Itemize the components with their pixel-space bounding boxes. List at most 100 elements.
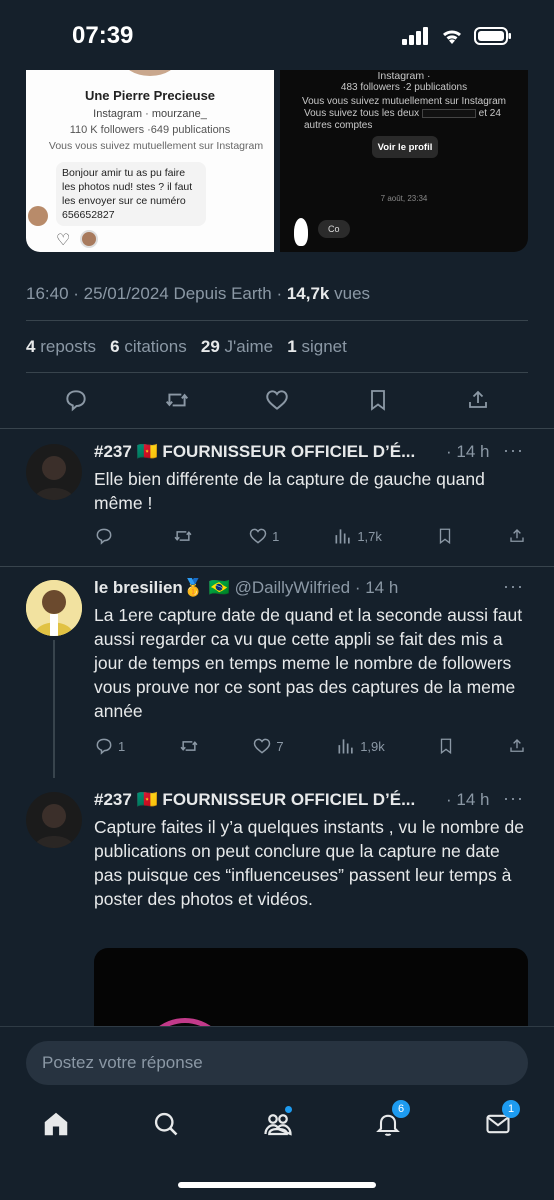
tab-search[interactable] bbox=[146, 1104, 186, 1144]
display-name[interactable]: le bresilien🥇 🇧🇷 bbox=[94, 578, 230, 597]
like-button[interactable]: 7 bbox=[252, 736, 284, 756]
like-icon bbox=[249, 528, 267, 544]
more-options-icon[interactable]: ··· bbox=[503, 788, 524, 809]
media-image-right[interactable]: Instagram · 483 followers ·2 publication… bbox=[280, 70, 528, 252]
mutual-follow-text: Vous vous suivez mutuellement sur Instag… bbox=[48, 140, 264, 152]
common-follows-text: Vous suivez tous les deux et 24 autres c… bbox=[304, 108, 514, 132]
views-button[interactable]: 1,7k bbox=[333, 526, 382, 546]
reply-icon[interactable] bbox=[62, 386, 90, 414]
analytics-icon bbox=[335, 529, 350, 544]
bookmark-icon[interactable] bbox=[364, 386, 392, 414]
bookmark-icon bbox=[439, 528, 451, 545]
sender-avatar bbox=[28, 206, 48, 226]
avatar[interactable] bbox=[26, 580, 82, 636]
home-indicator[interactable] bbox=[178, 1182, 376, 1188]
reposts-stat[interactable]: 4 reposts bbox=[26, 337, 96, 356]
like-count: 1 bbox=[272, 528, 280, 544]
bookmark-button[interactable] bbox=[436, 526, 454, 546]
repost-button[interactable] bbox=[178, 736, 200, 756]
quotes-stat[interactable]: 6 citations bbox=[110, 337, 187, 356]
profile-avatar bbox=[122, 70, 178, 76]
view-profile-button: Voir le profil bbox=[372, 136, 438, 158]
analytics-icon bbox=[338, 739, 353, 754]
tab-messages[interactable]: 1 bbox=[478, 1100, 520, 1144]
repost-icon bbox=[174, 531, 192, 541]
status-icons bbox=[402, 26, 512, 51]
reaction-avatar bbox=[80, 230, 98, 248]
reply-text: La 1ere capture date de quand et la seco… bbox=[94, 605, 523, 721]
share-icon bbox=[510, 739, 524, 752]
more-options-icon[interactable]: ··· bbox=[503, 576, 524, 597]
divider bbox=[0, 566, 554, 567]
message-bubble: Bonjour amir tu as pu faire les photos n… bbox=[56, 162, 206, 226]
sender-avatar bbox=[294, 218, 308, 246]
bookmark-icon bbox=[441, 738, 452, 755]
search-icon bbox=[154, 1112, 178, 1136]
redaction-mark bbox=[421, 108, 476, 118]
reply-text: Capture faites il y’a quelques instants … bbox=[94, 817, 524, 909]
reply-icon bbox=[96, 528, 112, 545]
likes-stat[interactable]: 29 J'aime bbox=[201, 337, 273, 356]
profile-handle: Instagram · mourzane_ bbox=[93, 108, 207, 120]
views-count: 14,7k bbox=[286, 284, 330, 303]
views-count: 1,7k bbox=[357, 528, 382, 544]
bookmark-button[interactable] bbox=[437, 736, 455, 756]
share-icon bbox=[510, 529, 524, 542]
messages-badge: 1 bbox=[502, 1100, 520, 1118]
bookmarks-stat[interactable]: 1 signet bbox=[287, 337, 347, 356]
profile-name: Une Pierre Precieuse bbox=[84, 88, 216, 103]
heart-icon: ♡ bbox=[56, 232, 71, 249]
media-image-left[interactable]: Une Pierre Precieuse Instagram · mourzan… bbox=[26, 70, 274, 252]
tweet-meta: 16:40 · 25/01/2024 Depuis Earth · 14,7k … bbox=[26, 284, 370, 304]
avatar[interactable] bbox=[26, 792, 82, 848]
like-count: 7 bbox=[276, 738, 284, 754]
views-count: 1,9k bbox=[360, 738, 385, 754]
message-date: 7 août, 23:34 bbox=[380, 194, 428, 203]
profile-stats: 483 followers ·2 publications bbox=[340, 82, 468, 93]
reply-time: · 14 h bbox=[446, 442, 490, 461]
reply-text: Elle bien différente de la capture de ga… bbox=[94, 469, 485, 513]
profile-stats: 110 K followers ·649 publications bbox=[69, 124, 231, 136]
tab-home[interactable] bbox=[36, 1104, 76, 1144]
user-handle[interactable]: @DaillyWilfried bbox=[230, 578, 351, 597]
tweet-stats: 4 reposts 6 citations 29 J'aime 1 signet bbox=[26, 337, 347, 357]
mutual-follow-text: Vous vous suivez mutuellement sur Instag… bbox=[302, 96, 506, 107]
tweet-timestamp: 16:40 · 25/01/2024 Depuis Earth · bbox=[26, 284, 287, 303]
reply-item[interactable]: #237 🇨🇲 FOURNISSEUR OFFICIEL D’É... · 14… bbox=[0, 440, 554, 564]
reply-header: le bresilien🥇 🇧🇷 @DaillyWilfried · 14 h bbox=[94, 578, 528, 598]
tab-communities[interactable] bbox=[258, 1104, 298, 1144]
views-button[interactable]: 1,9k bbox=[336, 736, 385, 756]
repost-button[interactable] bbox=[172, 526, 194, 546]
like-icon bbox=[254, 738, 271, 754]
divider bbox=[26, 372, 528, 373]
repost-icon bbox=[180, 741, 198, 751]
tweet-media[interactable]: Une Pierre Precieuse Instagram · mourzan… bbox=[26, 70, 528, 252]
reply-actions: 1 1,7k bbox=[94, 526, 526, 546]
reply-time: · 14 h bbox=[446, 790, 490, 809]
new-indicator-dot bbox=[285, 1106, 292, 1113]
avatar[interactable] bbox=[26, 444, 82, 500]
reply-input[interactable]: Postez votre réponse bbox=[26, 1041, 528, 1085]
divider bbox=[0, 428, 554, 429]
share-icon[interactable] bbox=[464, 386, 492, 414]
status-bar: 07:39 bbox=[0, 0, 554, 70]
display-name[interactable]: #237 🇨🇲 FOURNISSEUR OFFICIEL D’É... bbox=[94, 790, 415, 809]
like-icon[interactable] bbox=[263, 386, 291, 414]
reply-button[interactable]: 1 bbox=[94, 736, 125, 756]
like-button[interactable]: 1 bbox=[248, 526, 279, 546]
reply-time: · 14 h bbox=[354, 578, 399, 597]
battery-icon bbox=[474, 26, 512, 51]
message-bubble: Co bbox=[318, 220, 350, 238]
display-name[interactable]: #237 🇨🇲 FOURNISSEUR OFFICIEL D’É... bbox=[94, 442, 415, 461]
reply-item[interactable]: le bresilien🥇 🇧🇷 @DaillyWilfried · 14 h … bbox=[0, 576, 554, 772]
tab-bar: 6 1 bbox=[0, 1098, 554, 1154]
more-options-icon[interactable]: ··· bbox=[503, 440, 524, 461]
share-button[interactable] bbox=[508, 736, 526, 756]
notifications-badge: 6 bbox=[392, 1100, 410, 1118]
cellular-signal-icon bbox=[402, 27, 430, 50]
repost-icon[interactable] bbox=[163, 386, 191, 414]
tab-notifications[interactable]: 6 bbox=[368, 1100, 410, 1144]
share-button[interactable] bbox=[508, 526, 526, 546]
reply-button[interactable] bbox=[94, 526, 118, 546]
reply-icon bbox=[96, 738, 112, 755]
